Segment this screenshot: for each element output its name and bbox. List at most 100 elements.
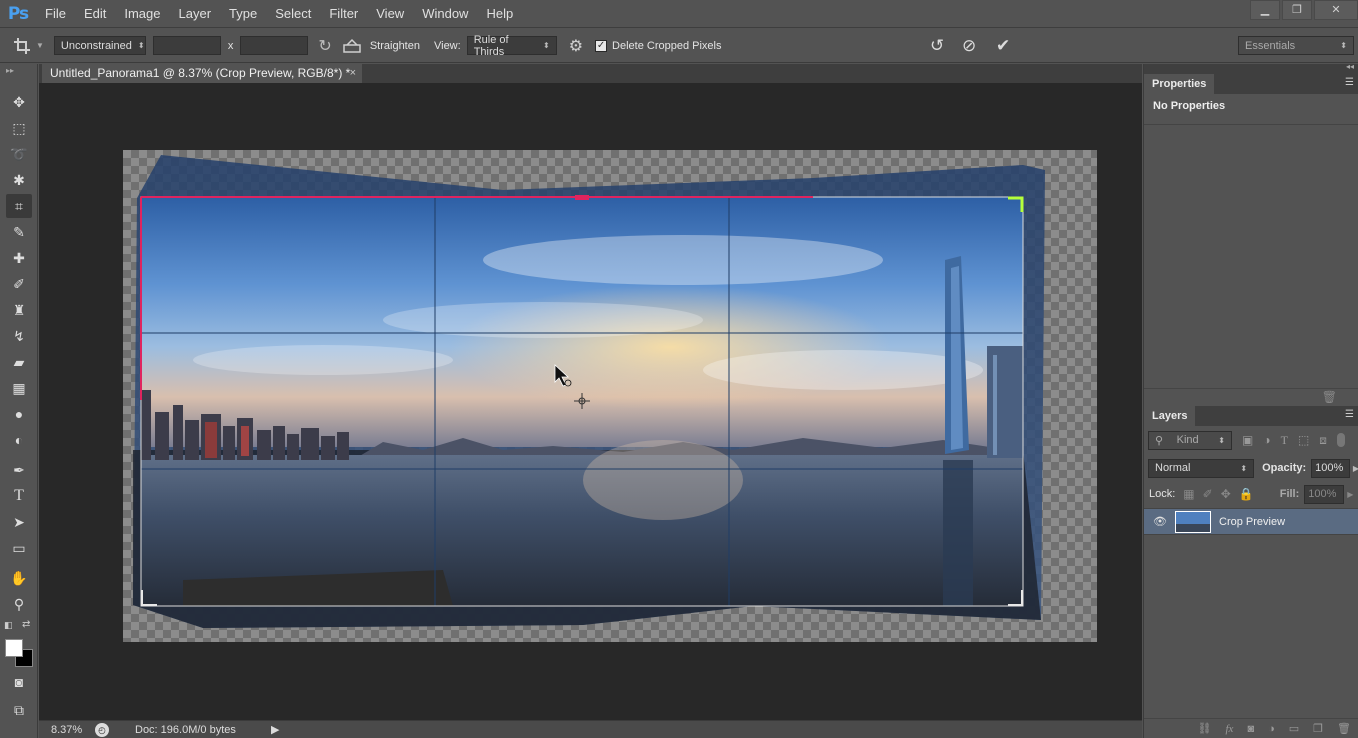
eyedropper-tool-icon[interactable]: ✎ xyxy=(6,220,32,244)
properties-tab-bar: Properties ☰ xyxy=(1144,74,1358,94)
link-layers-icon[interactable]: ⛓ xyxy=(1198,722,1212,735)
type-tool-icon[interactable]: T xyxy=(6,484,32,508)
swap-colors-icon[interactable]: ⇄ xyxy=(22,619,30,630)
menu-help[interactable]: Help xyxy=(477,0,522,28)
layer-name[interactable]: Crop Preview xyxy=(1219,516,1285,528)
dodge-tool-icon[interactable]: ◐ xyxy=(6,428,32,452)
layer-kind-filter[interactable]: ⚲ Kind ⬍ xyxy=(1148,430,1232,450)
delete-cropped-checkbox[interactable]: ✓ xyxy=(595,39,608,52)
fill-slider-arrow-icon[interactable]: ▶ xyxy=(1347,490,1353,499)
swap-icon[interactable]: ↻ xyxy=(318,36,331,56)
status-info-icon[interactable]: ◴ xyxy=(95,722,109,737)
view-value: Rule of Thirds xyxy=(473,33,509,58)
new-layer-icon[interactable]: ❐ xyxy=(1313,722,1323,735)
lock-position-icon[interactable]: ✥ xyxy=(1221,487,1231,501)
document-tab[interactable]: Untitled_Panorama1 @ 8.37% (Crop Preview… xyxy=(42,64,362,83)
panel-collapse-bar[interactable]: ◂◂ xyxy=(1144,62,1358,74)
crop-width-field[interactable] xyxy=(152,36,221,55)
cancel-icon[interactable]: ⊘ xyxy=(962,36,976,56)
menu-file[interactable]: File xyxy=(36,0,75,28)
close-button[interactable]: ✕ xyxy=(1314,0,1358,20)
lock-all-icon[interactable]: 🔒 xyxy=(1239,487,1254,501)
magic-wand-tool-icon[interactable]: ✱ xyxy=(6,168,32,192)
history-brush-tool-icon[interactable]: ↯ xyxy=(6,324,32,348)
menu-layer[interactable]: Layer xyxy=(170,0,221,28)
menu-window[interactable]: Window xyxy=(413,0,477,28)
lock-pixels-icon[interactable]: ✐ xyxy=(1203,487,1213,501)
healing-brush-tool-icon[interactable]: ✚ xyxy=(6,246,32,270)
add-mask-icon[interactable]: ◙ xyxy=(1247,723,1254,735)
screen-mode-icon[interactable]: ⧉ xyxy=(6,698,32,722)
status-menu-arrow-icon[interactable]: ▶ xyxy=(271,723,279,736)
tool-preset-arrow-icon[interactable]: ▼ xyxy=(36,41,44,50)
photoshop-window: Ps File Edit Image Layer Type Select Fil… xyxy=(0,0,1358,738)
opacity-field[interactable]: 100% xyxy=(1311,458,1350,478)
panel-menu-icon[interactable]: ☰ xyxy=(1345,409,1354,420)
eraser-tool-icon[interactable]: ▰ xyxy=(6,350,32,374)
restore-button[interactable]: ❐ xyxy=(1282,0,1312,20)
tab-properties[interactable]: Properties xyxy=(1144,74,1215,94)
filter-toggle[interactable] xyxy=(1336,433,1345,447)
layer-row[interactable]: 👁 Crop Preview xyxy=(1144,508,1358,535)
delete-cropped-label[interactable]: Delete Cropped Pixels xyxy=(612,40,721,52)
opacity-slider-arrow-icon[interactable]: ▶ xyxy=(1353,464,1358,473)
crop-tool-icon[interactable] xyxy=(12,36,34,56)
gradient-tool-icon[interactable]: ▦ xyxy=(6,376,32,400)
shape-tool-icon[interactable]: ▭ xyxy=(6,536,32,560)
marquee-tool-icon[interactable]: ⬚ xyxy=(6,116,32,140)
clone-stamp-tool-icon[interactable]: ♜ xyxy=(6,298,32,322)
straighten-icon[interactable] xyxy=(342,37,364,55)
hand-tool-icon[interactable]: ✋ xyxy=(6,566,32,590)
adjustment-layer-icon[interactable]: ◑ xyxy=(1268,723,1275,735)
fill-field[interactable]: 100% xyxy=(1304,484,1345,504)
eye-icon[interactable]: 👁 xyxy=(1153,515,1173,528)
layers-panel: Layers ☰ ⚲ Kind ⬍ ▣ ◑ T ⬚ ⧈ Normal ⬍ Opacit… xyxy=(1143,406,1358,738)
brush-tool-icon[interactable]: ✐ xyxy=(6,272,32,296)
filter-shape-icon[interactable]: ⬚ xyxy=(1298,433,1309,447)
filter-pixel-icon[interactable]: ▣ xyxy=(1242,433,1253,447)
gear-icon[interactable]: ⚙ xyxy=(569,36,583,56)
panorama-image[interactable] xyxy=(123,150,1097,642)
trash-icon[interactable]: 🗑 xyxy=(1337,722,1351,735)
menu-image[interactable]: Image xyxy=(115,0,169,28)
expand-icon[interactable]: ◂◂ xyxy=(1346,62,1354,71)
filter-type-icon[interactable]: T xyxy=(1281,433,1288,448)
zoom-level[interactable]: 8.37% xyxy=(51,724,95,736)
menu-edit[interactable]: Edit xyxy=(75,0,115,28)
workspace-dropdown[interactable]: Essentials ⬍ xyxy=(1238,36,1354,55)
close-tab-icon[interactable]: × xyxy=(350,64,356,83)
commit-check-icon[interactable]: ✔ xyxy=(996,36,1010,56)
blur-tool-icon[interactable]: ● xyxy=(6,402,32,426)
pen-tool-icon[interactable]: ✒ xyxy=(6,458,32,482)
filter-smart-object-icon[interactable]: ⧈ xyxy=(1319,433,1327,448)
move-tool-icon[interactable]: ✥ xyxy=(6,90,32,114)
new-group-icon[interactable]: ▭ xyxy=(1289,722,1299,735)
menu-type[interactable]: Type xyxy=(220,0,266,28)
menu-view[interactable]: View xyxy=(367,0,413,28)
straighten-label[interactable]: Straighten xyxy=(370,40,420,52)
view-overlay-dropdown[interactable]: Rule of Thirds ⬍ xyxy=(466,33,557,58)
lasso-tool-icon[interactable]: ➰ xyxy=(6,142,32,166)
lock-transparency-icon[interactable]: ▦ xyxy=(1183,487,1194,501)
fx-icon[interactable]: fx xyxy=(1225,723,1233,735)
reset-icon[interactable]: ↺ xyxy=(930,36,944,56)
layer-filter-row: ⚲ Kind ⬍ ▣ ◑ T ⬚ ⧈ xyxy=(1144,426,1358,454)
tab-layers[interactable]: Layers xyxy=(1144,406,1196,426)
blend-mode-dropdown[interactable]: Normal ⬍ xyxy=(1148,458,1255,478)
zoom-tool-icon[interactable]: ⚲ xyxy=(6,592,32,616)
crop-height-field[interactable] xyxy=(240,36,309,55)
collapse-icon[interactable]: ▸▸ xyxy=(6,66,14,75)
panel-menu-icon[interactable]: ☰ xyxy=(1345,77,1354,88)
menu-filter[interactable]: Filter xyxy=(320,0,367,28)
path-selection-tool-icon[interactable]: ➤ xyxy=(6,510,32,534)
default-colors-icon[interactable]: ◧ xyxy=(4,620,13,631)
minimize-button[interactable]: ▁ xyxy=(1250,0,1280,20)
crop-tool-icon[interactable]: ⌗ xyxy=(6,194,32,218)
trash-icon[interactable]: 🗑 xyxy=(1322,390,1337,404)
menu-select[interactable]: Select xyxy=(266,0,320,28)
quick-mask-icon[interactable]: ◙ xyxy=(6,670,32,694)
foreground-color-swatch[interactable] xyxy=(5,639,23,657)
ratio-dropdown[interactable]: Unconstrained ⬍ xyxy=(53,36,146,55)
filter-adjustment-icon[interactable]: ◑ xyxy=(1263,433,1270,447)
canvas-area[interactable] xyxy=(39,83,1142,720)
